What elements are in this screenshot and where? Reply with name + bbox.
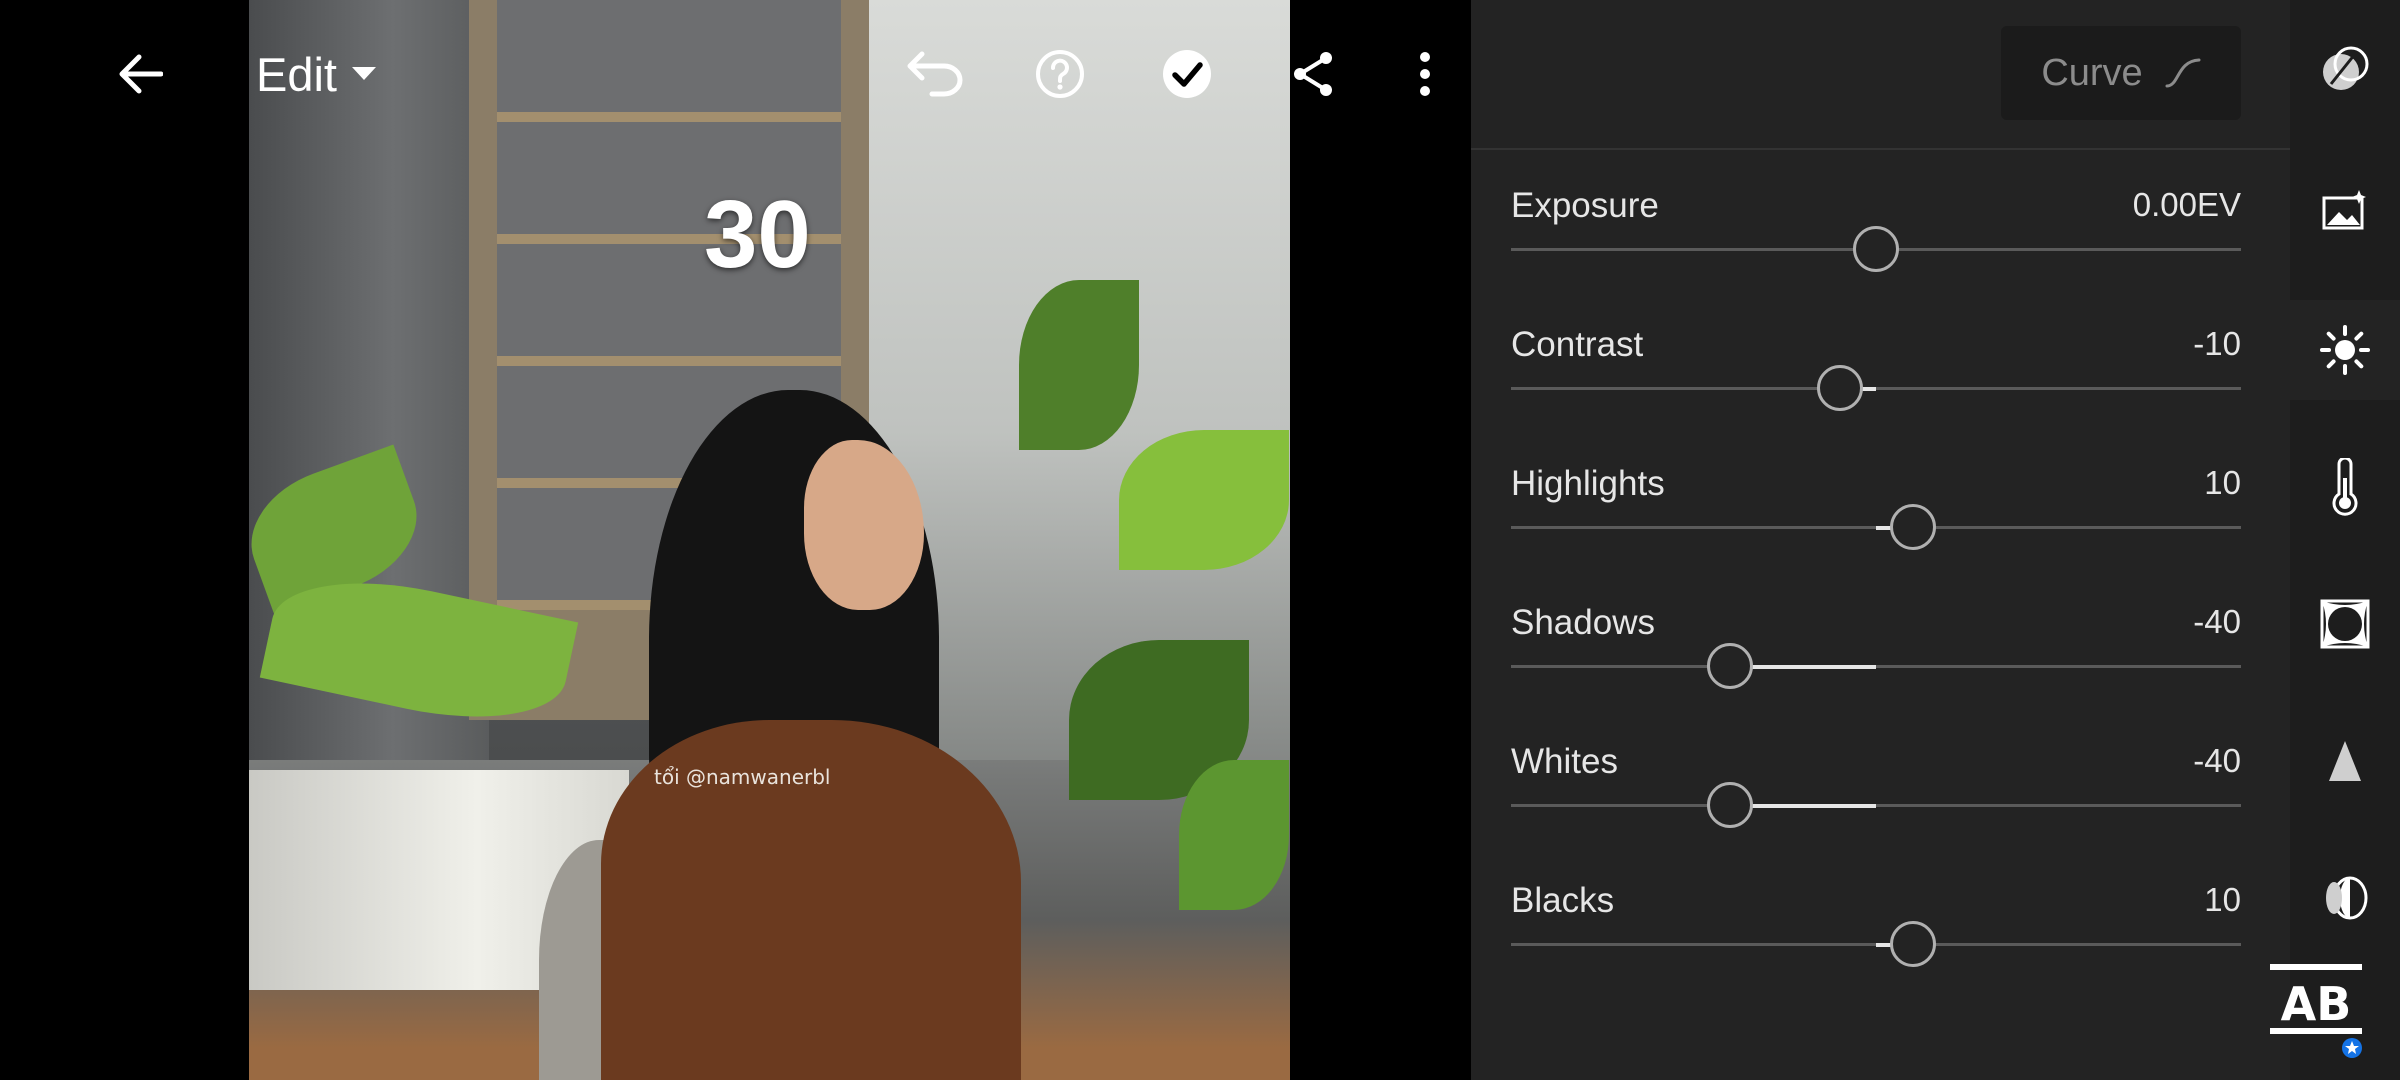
color-temperature-icon bbox=[2332, 458, 2358, 516]
auto-enhance-icon bbox=[2322, 190, 2366, 230]
slider-track[interactable] bbox=[1511, 804, 2241, 807]
slider-value: -10 bbox=[2193, 325, 2241, 362]
share-button[interactable] bbox=[1283, 44, 1343, 104]
back-arrow-icon bbox=[119, 54, 163, 94]
slider-label: Exposure bbox=[1511, 186, 1659, 225]
slider-track[interactable] bbox=[1511, 387, 2241, 390]
presets-icon bbox=[2323, 46, 2369, 90]
panel-header: Curve bbox=[1471, 0, 2290, 150]
optics-icon bbox=[2326, 876, 2368, 920]
optics-tool[interactable] bbox=[2290, 848, 2400, 948]
slider-value: 10 bbox=[2204, 881, 2241, 918]
undo-icon bbox=[907, 51, 963, 97]
curve-label: Curve bbox=[2041, 51, 2143, 94]
light-icon bbox=[2320, 325, 2370, 375]
tool-rail bbox=[2290, 0, 2400, 1080]
slider-value: 10 bbox=[2204, 464, 2241, 501]
slider-label: Contrast bbox=[1511, 325, 1644, 364]
back-button[interactable] bbox=[110, 44, 170, 104]
detail-tool[interactable] bbox=[2290, 711, 2400, 811]
highlights-slider[interactable]: Highlights 10 bbox=[1511, 464, 2241, 603]
slider-thumb[interactable] bbox=[1816, 365, 1863, 411]
shadows-slider[interactable]: Shadows -40 bbox=[1511, 603, 2241, 742]
watermark-text: tổi @namwanerbl bbox=[654, 765, 831, 789]
checkmark-circle-icon bbox=[1163, 50, 1211, 98]
whites-slider[interactable]: Whites -40 bbox=[1511, 742, 2241, 881]
more-options-button[interactable] bbox=[1405, 44, 1445, 104]
detail-icon bbox=[2329, 741, 2361, 781]
channel-logo-icon: AB bbox=[2270, 964, 2362, 1058]
share-icon bbox=[1294, 52, 1332, 96]
svg-text:AB: AB bbox=[2281, 977, 2352, 1031]
slider-label: Shadows bbox=[1511, 603, 1655, 642]
more-vertical-icon bbox=[1420, 52, 1430, 96]
slider-value: 0.00EV bbox=[2132, 186, 2241, 223]
slider-value: -40 bbox=[2193, 742, 2241, 779]
light-adjustments-panel: Curve Exposure 0.00EV Contrast -10 Highl… bbox=[1471, 0, 2290, 1080]
slider-label: Highlights bbox=[1511, 464, 1665, 503]
exposure-slider[interactable]: Exposure 0.00EV bbox=[1511, 186, 2241, 325]
slider-track[interactable] bbox=[1511, 665, 2241, 668]
auto-enhance-tool[interactable] bbox=[2290, 160, 2400, 260]
contrast-slider[interactable]: Contrast -10 bbox=[1511, 325, 2241, 464]
effects-icon bbox=[2320, 599, 2370, 649]
edit-label: Edit bbox=[256, 47, 337, 101]
slider-value: -40 bbox=[2193, 603, 2241, 640]
edit-mode-dropdown[interactable]: Edit bbox=[256, 46, 377, 102]
presets-tool[interactable] bbox=[2290, 20, 2400, 120]
help-button[interactable] bbox=[1030, 44, 1090, 104]
color-tool[interactable] bbox=[2290, 437, 2400, 537]
photo-canvas[interactable]: 30 tổi @namwanerbl bbox=[249, 0, 1290, 1080]
slider-thumb[interactable] bbox=[1889, 921, 1936, 967]
light-tool[interactable] bbox=[2290, 300, 2400, 400]
overlay-number: 30 bbox=[704, 181, 811, 288]
help-icon bbox=[1036, 50, 1084, 98]
chevron-down-icon bbox=[352, 67, 376, 80]
slider-label: Whites bbox=[1511, 742, 1618, 781]
curve-icon bbox=[2165, 58, 2201, 88]
curve-button[interactable]: Curve bbox=[2001, 26, 2241, 120]
blacks-slider[interactable]: Blacks 10 bbox=[1511, 881, 2241, 1020]
slider-thumb[interactable] bbox=[1707, 782, 1753, 828]
slider-thumb[interactable] bbox=[1707, 643, 1753, 689]
effects-tool[interactable] bbox=[2290, 574, 2400, 674]
undo-button[interactable] bbox=[900, 44, 970, 104]
slider-label: Blacks bbox=[1511, 881, 1615, 920]
slider-thumb[interactable] bbox=[1853, 226, 1899, 272]
slider-thumb[interactable] bbox=[1889, 504, 1936, 550]
done-button[interactable] bbox=[1157, 44, 1217, 104]
